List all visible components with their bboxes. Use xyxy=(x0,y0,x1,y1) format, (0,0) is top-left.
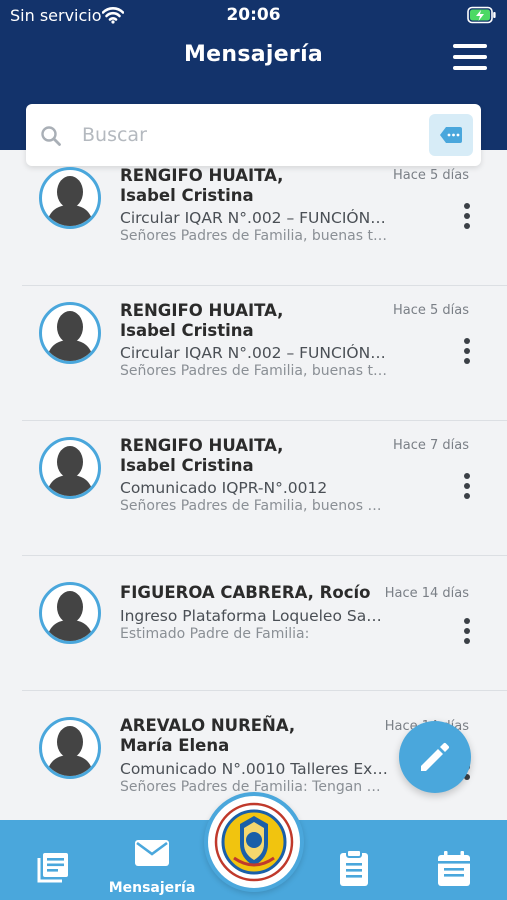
avatar xyxy=(39,167,101,229)
nav-messaging[interactable]: Mensajería xyxy=(102,820,202,900)
message-filter-icon xyxy=(440,127,462,143)
avatar-placeholder-icon xyxy=(46,591,94,641)
message-date: Hace 5 días xyxy=(392,168,469,183)
news-icon xyxy=(37,853,68,883)
mail-icon xyxy=(135,840,169,866)
message-item[interactable]: RENGIFO HUAITA, Isabel Cristina Hace 5 d… xyxy=(22,166,507,286)
avatar xyxy=(39,582,101,644)
search-bar xyxy=(26,104,481,166)
nav-news[interactable] xyxy=(20,820,84,900)
message-preview: Señores Padres de Familia, buenas tardes xyxy=(120,228,388,244)
clipboard-icon xyxy=(340,849,368,886)
school-crest-icon xyxy=(214,802,294,882)
message-preview: Señores Padres de Familia, buenas tardes xyxy=(120,363,388,379)
more-options-button[interactable] xyxy=(457,338,477,368)
school-crest-button[interactable] xyxy=(204,792,304,892)
nav-tasks[interactable] xyxy=(322,820,386,900)
message-date: Hace 14 días xyxy=(384,586,469,601)
calendar-icon xyxy=(438,851,470,886)
message-subject: Comunicado N°.0010 Talleres Extracurricu… xyxy=(120,760,388,778)
avatar-placeholder-icon xyxy=(46,446,94,496)
message-preview: Estimado Padre de Familia: xyxy=(120,626,310,642)
search-icon xyxy=(40,125,62,151)
message-subject: Comunicado IQPR-N°.0012 xyxy=(120,479,328,497)
search-input[interactable] xyxy=(82,120,422,150)
avatar-placeholder-icon xyxy=(46,311,94,361)
message-sender: FIGUEROA CABRERA, Rocío xyxy=(120,583,371,602)
menu-button[interactable] xyxy=(453,44,487,70)
more-vertical-icon xyxy=(464,203,470,209)
message-filter-button[interactable] xyxy=(429,114,473,156)
message-date: Hace 5 días xyxy=(392,303,469,318)
more-vertical-icon xyxy=(464,473,470,479)
clock: 20:06 xyxy=(226,5,281,25)
nav-calendar[interactable] xyxy=(422,820,486,900)
message-subject: Ingreso Plataforma Loqueleo Santillana xyxy=(120,607,388,625)
message-item[interactable]: RENGIFO HUAITA, Isabel Cristina Hace 7 d… xyxy=(22,421,507,556)
more-options-button[interactable] xyxy=(457,203,477,233)
message-sender: AREVALO NUREÑA, María Elena xyxy=(120,716,296,755)
more-vertical-icon xyxy=(464,338,470,344)
avatar-placeholder-icon xyxy=(46,176,94,226)
avatar xyxy=(39,302,101,364)
message-subject: Circular IQAR N°.002 – FUNCIÓN DE TEATRO xyxy=(120,344,388,362)
message-sender: RENGIFO HUAITA, Isabel Cristina xyxy=(120,301,284,340)
message-item[interactable]: FIGUEROA CABRERA, Rocío Hace 14 días Ing… xyxy=(22,556,507,691)
page-title: Mensajería xyxy=(183,42,324,67)
message-item[interactable]: RENGIFO HUAITA, Isabel Cristina Hace 5 d… xyxy=(22,286,507,421)
menu-icon xyxy=(453,44,487,48)
avatar xyxy=(39,717,101,779)
pencil-icon xyxy=(421,742,450,771)
nav-messaging-label: Mensajería xyxy=(108,880,196,896)
message-sender: RENGIFO HUAITA, Isabel Cristina xyxy=(120,166,284,205)
message-date: Hace 7 días xyxy=(392,438,469,453)
message-sender: RENGIFO HUAITA, Isabel Cristina xyxy=(120,436,284,475)
message-subject: Circular IQAR N°.002 – FUNCIÓN DE TEATRO xyxy=(120,209,388,227)
battery-charging-icon xyxy=(467,6,497,28)
more-options-button[interactable] xyxy=(457,618,477,648)
status-bar: Sin servicio 20:06 xyxy=(0,0,507,30)
compose-button[interactable] xyxy=(399,721,471,793)
avatar xyxy=(39,437,101,499)
message-preview: Señores Padres de Familia, buenos días xyxy=(120,498,388,514)
more-options-button[interactable] xyxy=(457,473,477,503)
avatar-placeholder-icon xyxy=(46,726,94,776)
more-vertical-icon xyxy=(464,618,470,624)
